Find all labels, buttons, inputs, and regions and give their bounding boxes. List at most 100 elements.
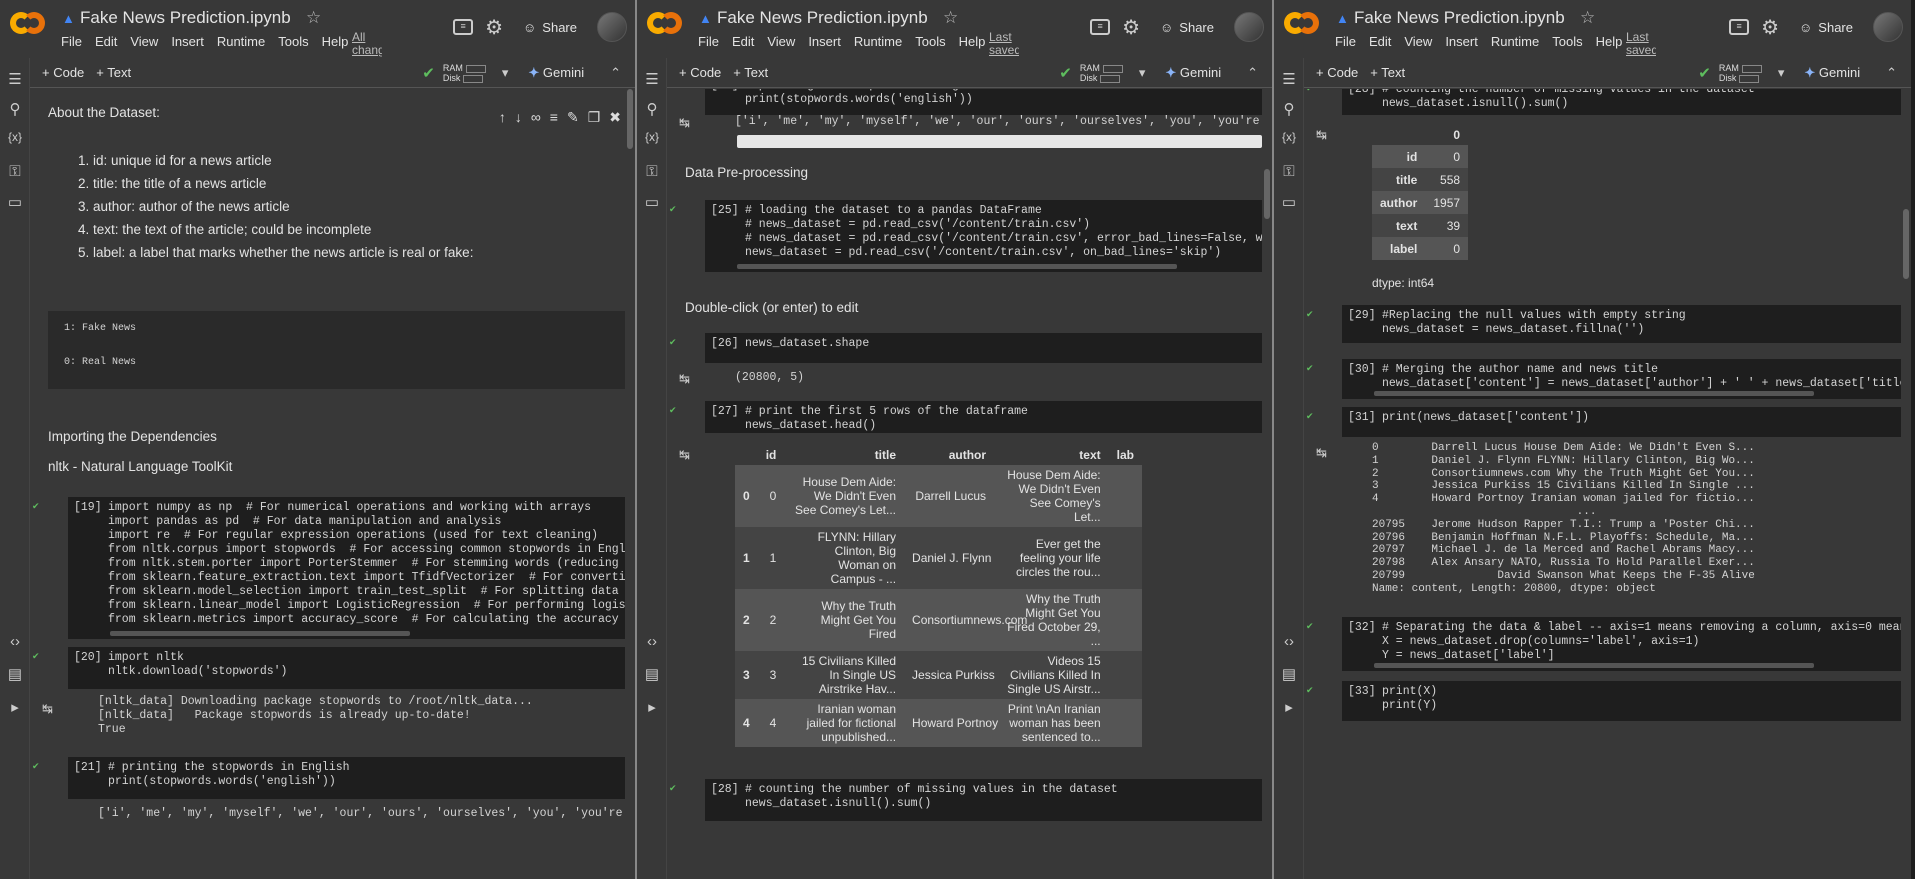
code-editor[interactable]: # printing the stopwords in Englishprint… (68, 757, 625, 799)
share-button[interactable]: ☺ Share (1791, 16, 1861, 39)
terminal-icon[interactable]: ▸ (5, 698, 25, 716)
gemini-button[interactable]: ✦ Gemini (1165, 65, 1221, 81)
command-palette-icon[interactable]: ▤ (5, 665, 25, 683)
menu-item[interactable]: View (1404, 34, 1432, 49)
menu-item[interactable]: File (61, 34, 82, 49)
collapse-icon[interactable]: ⌃ (1886, 65, 1897, 81)
avatar[interactable] (1234, 12, 1264, 42)
code-snippets-icon[interactable]: ‹› (1279, 633, 1299, 650)
add-text-button[interactable]: + Text (1370, 65, 1405, 80)
colab-logo[interactable] (1284, 12, 1320, 40)
vertical-scrollbar[interactable] (1264, 169, 1270, 219)
run-status-icon[interactable]: ✔ (1306, 685, 1314, 695)
horizontal-scrollbar[interactable] (737, 264, 1177, 269)
runtime-dropdown-icon[interactable]: ▾ (1139, 65, 1146, 81)
horizontal-scrollbar[interactable] (737, 135, 1262, 148)
terminal-icon[interactable]: ▸ (642, 698, 662, 716)
menu-item[interactable]: Insert (171, 34, 204, 49)
menu-item[interactable]: Help (959, 34, 986, 49)
menu-item[interactable]: View (767, 34, 795, 49)
menu-item[interactable]: Tools (915, 34, 945, 49)
add-code-button[interactable]: + Code (42, 65, 84, 80)
files-icon[interactable]: ▭ (1279, 193, 1299, 211)
variables-icon[interactable]: {x} (5, 130, 25, 144)
run-status-icon[interactable]: ✔ (669, 783, 677, 793)
avatar[interactable] (597, 12, 627, 42)
run-status-icon[interactable]: ✔ (32, 761, 40, 771)
ram-disk-meter[interactable]: RAM Disk (443, 63, 486, 83)
horizontal-scrollbar[interactable] (1374, 391, 1814, 396)
comment-icon[interactable]: ≡ (1729, 19, 1750, 35)
ram-disk-meter[interactable]: RAM Disk (1719, 63, 1762, 83)
run-status-icon[interactable]: ✔ (1306, 621, 1314, 631)
output-icon[interactable]: ↹ (42, 701, 53, 717)
gemini-button[interactable]: ✦ Gemini (528, 65, 584, 81)
secrets-icon[interactable]: ⚿ (642, 163, 662, 180)
run-status-icon[interactable]: ✔ (1306, 363, 1314, 373)
run-status-icon[interactable]: ✔ (1306, 89, 1314, 93)
code-editor[interactable]: # counting the number of missing values … (705, 779, 1262, 821)
variables-icon[interactable]: {x} (642, 130, 662, 144)
menu-item[interactable]: Runtime (217, 34, 265, 49)
menu-item[interactable]: Edit (732, 34, 754, 49)
files-icon[interactable]: ▭ (5, 193, 25, 211)
menu-item[interactable]: Tools (278, 34, 308, 49)
add-code-button[interactable]: + Code (1316, 65, 1358, 80)
menu-item[interactable]: View (130, 34, 158, 49)
notebook-name[interactable]: Fake News Prediction.ipynb (717, 8, 928, 28)
gemini-button[interactable]: ✦ Gemini (1804, 65, 1860, 81)
settings-icon[interactable]: ⚙ (485, 15, 503, 40)
last-saved-link[interactable]: Last saved (989, 31, 1019, 57)
command-palette-icon[interactable]: ▤ (1279, 665, 1299, 683)
run-status-icon[interactable]: ✔ (669, 405, 677, 415)
output-icon[interactable]: ↹ (1316, 127, 1327, 143)
secrets-icon[interactable]: ⚿ (1279, 163, 1299, 180)
code-editor[interactable]: # printing the stopwords in Englishprint… (705, 89, 1262, 115)
code-editor[interactable]: print(X) print(Y) (1342, 681, 1901, 721)
add-text-button[interactable]: + Text (96, 65, 131, 80)
menu-item[interactable]: File (698, 34, 719, 49)
add-text-button[interactable]: + Text (733, 65, 768, 80)
menu-item[interactable]: Insert (1445, 34, 1478, 49)
last-saved-link[interactable]: All chang (352, 31, 382, 57)
search-icon[interactable]: ⚲ (1279, 100, 1299, 118)
code-snippets-icon[interactable]: ‹› (5, 633, 25, 650)
run-status-icon[interactable]: ✔ (669, 337, 677, 347)
share-button[interactable]: ☺ Share (515, 16, 585, 39)
star-icon[interactable]: ☆ (943, 8, 958, 28)
move-up-icon[interactable]: ↑ (499, 109, 506, 126)
code-editor[interactable]: #Replacing the null values with empty st… (1342, 305, 1901, 343)
run-status-icon[interactable]: ✔ (32, 501, 40, 511)
collapse-icon[interactable]: ⌃ (610, 65, 621, 81)
ram-disk-meter[interactable]: RAM Disk (1080, 63, 1123, 83)
link-icon[interactable]: ∞ (531, 109, 541, 126)
settings-icon[interactable]: ⚙ (1122, 15, 1140, 40)
menu-item[interactable]: Runtime (1491, 34, 1539, 49)
last-saved-link[interactable]: Last saved (1626, 31, 1656, 57)
output-icon[interactable]: ↹ (679, 447, 690, 463)
runtime-dropdown-icon[interactable]: ▾ (1778, 65, 1785, 81)
output-icon[interactable]: ↹ (679, 115, 690, 131)
menu-item[interactable]: File (1335, 34, 1356, 49)
menu-item[interactable]: Insert (808, 34, 841, 49)
toc-icon[interactable]: ☰ (5, 70, 25, 88)
menu-item[interactable]: Help (322, 34, 349, 49)
code-editor[interactable]: print(news_dataset['content']) (1342, 407, 1901, 437)
output-icon[interactable]: ↹ (679, 371, 690, 387)
vertical-scrollbar[interactable] (627, 89, 633, 149)
vertical-scrollbar[interactable] (1903, 209, 1909, 279)
horizontal-scrollbar[interactable] (110, 631, 410, 636)
settings-icon[interactable]: ⚙ (1761, 15, 1779, 40)
menu-item[interactable]: Tools (1552, 34, 1582, 49)
comment-icon[interactable]: ≡ (550, 109, 558, 126)
delete-icon[interactable]: ✖ (609, 109, 621, 126)
code-snippets-icon[interactable]: ‹› (642, 633, 662, 650)
comment-icon[interactable]: ≡ (453, 19, 474, 35)
code-editor[interactable]: # counting the number of missing values … (1342, 89, 1901, 115)
files-icon[interactable]: ▭ (642, 193, 662, 211)
edit-icon[interactable]: ✎ (567, 109, 579, 126)
run-status-icon[interactable]: ✔ (32, 651, 40, 661)
search-icon[interactable]: ⚲ (5, 100, 25, 118)
variables-icon[interactable]: {x} (1279, 130, 1299, 144)
menu-item[interactable]: Edit (95, 34, 117, 49)
